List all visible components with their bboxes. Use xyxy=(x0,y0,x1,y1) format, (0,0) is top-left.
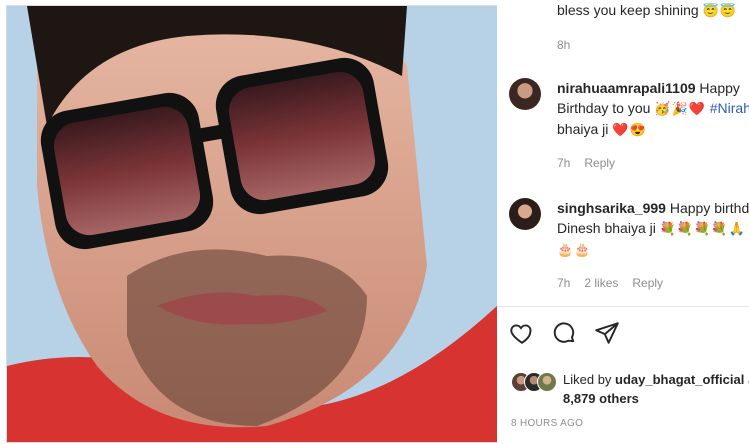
comment-text: nirahuaamrapali1109 Happy Birthday to yo… xyxy=(557,80,749,137)
divider xyxy=(497,306,749,307)
send-icon[interactable] xyxy=(594,320,624,350)
liker-username[interactable]: uday_bhagat_official xyxy=(615,372,744,387)
comment-time: 8h xyxy=(557,38,571,52)
avatar xyxy=(537,372,557,392)
comment-time: 7h xyxy=(557,156,571,170)
comment-meta: 7h 2 likes Reply xyxy=(557,276,677,290)
likes-count[interactable]: 8,879 others xyxy=(563,391,639,406)
portrait-illustration xyxy=(7,6,497,442)
comment-text: singhsarika_999 Happy birthday Dinesh bh… xyxy=(557,198,749,260)
post-timestamp: 8 HOURS AGO xyxy=(511,418,584,429)
comment-time: 7h xyxy=(557,276,571,290)
comment-likes[interactable]: 2 likes xyxy=(584,276,618,290)
liked-by-text: Liked by uday_bhagat_official a 8,879 ot… xyxy=(563,372,749,406)
liker-avatars[interactable] xyxy=(511,372,565,392)
comment-username[interactable]: nirahuaamrapali1109 xyxy=(557,80,696,96)
comment-meta: 8h xyxy=(557,38,584,52)
avatar[interactable] xyxy=(509,78,541,110)
comment-continued-text: bless you keep shining 😇😇 xyxy=(557,2,737,18)
emoji: ❤️😍 xyxy=(612,122,647,137)
comment-meta: 7h Reply xyxy=(557,156,629,170)
comment-username[interactable]: singhsarika_999 xyxy=(557,200,666,216)
emoji: 😇😇 xyxy=(702,3,737,18)
reply-button[interactable]: Reply xyxy=(584,156,615,170)
emoji: 🥳🎉❤️ xyxy=(654,101,706,116)
avatar[interactable] xyxy=(509,198,541,230)
emoji: 💐💐💐💐🙏 xyxy=(659,221,746,236)
hashtag-link[interactable]: #Nirah xyxy=(710,100,749,116)
comment-item: singhsarika_999 Happy birthday Dinesh bh… xyxy=(509,198,749,278)
post-image[interactable] xyxy=(6,5,498,443)
comment-icon[interactable] xyxy=(551,320,581,350)
action-bar xyxy=(509,320,632,350)
heart-icon[interactable] xyxy=(509,320,539,350)
reply-button[interactable]: Reply xyxy=(632,276,663,290)
comments-panel: bless you keep shining 😇😇 8h nirahuaamra… xyxy=(497,0,749,444)
